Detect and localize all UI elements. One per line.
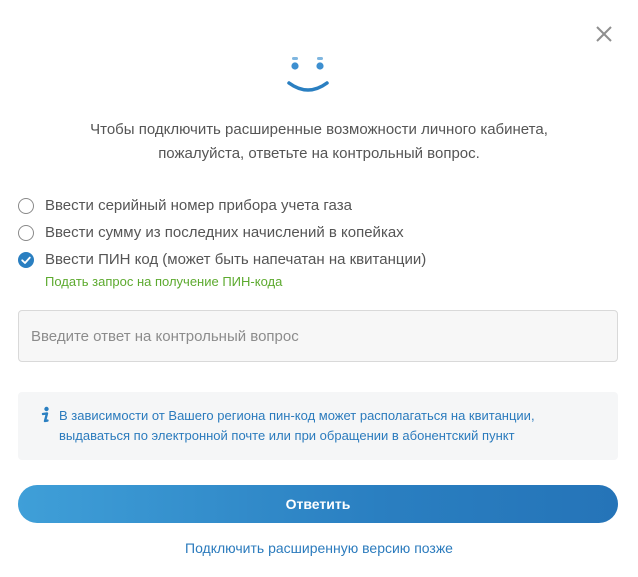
info-line-2: выдаваться по электронной почте или при … bbox=[59, 428, 515, 443]
connect-later-link[interactable]: Подключить расширенную версию позже bbox=[0, 540, 638, 556]
answer-input[interactable] bbox=[18, 310, 618, 362]
info-text: В зависимости от Вашего региона пин-код … bbox=[59, 406, 535, 460]
pin-request-link[interactable]: Подать запрос на получение ПИН-кода bbox=[45, 274, 616, 289]
check-icon bbox=[21, 256, 31, 264]
info-box: В зависимости от Вашего региона пин-код … bbox=[18, 392, 618, 460]
intro-text: Чтобы подключить расширенные возможности… bbox=[20, 118, 618, 166]
close-icon[interactable] bbox=[592, 22, 616, 46]
option-label: Ввести серийный номер прибора учета газа bbox=[45, 197, 352, 214]
info-icon bbox=[41, 406, 49, 423]
option-label: Ввести ПИН код (может быть напечатан на … bbox=[45, 251, 427, 268]
radio-unchecked-icon[interactable] bbox=[18, 197, 34, 214]
intro-line-1: Чтобы подключить расширенные возможности… bbox=[90, 121, 548, 138]
option-serial-number[interactable]: Ввести серийный номер прибора учета газа bbox=[16, 192, 616, 219]
option-charge-sum[interactable]: Ввести сумму из последних начислений в к… bbox=[16, 219, 616, 246]
option-pin-code[interactable]: Ввести ПИН код (может быть напечатан на … bbox=[16, 246, 616, 273]
option-label: Ввести сумму из последних начислений в к… bbox=[45, 224, 404, 241]
question-options: Ввести серийный номер прибора учета газа… bbox=[16, 192, 616, 289]
close-button[interactable] bbox=[592, 22, 616, 46]
radio-unchecked-icon[interactable] bbox=[18, 224, 34, 241]
submit-button[interactable]: Ответить bbox=[18, 485, 618, 523]
intro-line-2: пожалуйста, ответьте на контрольный вопр… bbox=[158, 145, 480, 162]
radio-checked-icon[interactable] bbox=[18, 251, 34, 268]
info-line-1: В зависимости от Вашего региона пин-код … bbox=[59, 408, 535, 423]
smiley-icon bbox=[285, 55, 331, 95]
